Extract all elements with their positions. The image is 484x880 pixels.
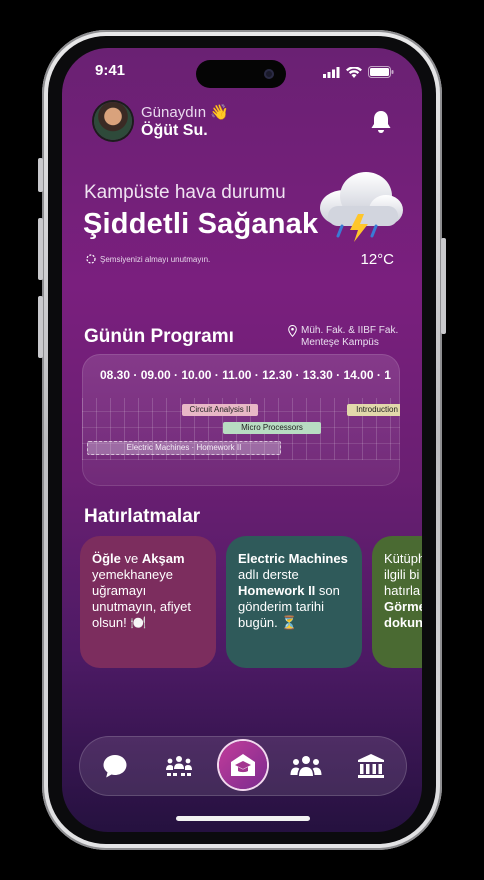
reminder-card[interactable]: Electric Machines adlı derste Homework I… bbox=[226, 536, 362, 668]
location-pin-icon bbox=[288, 325, 297, 337]
battery-icon bbox=[368, 66, 394, 78]
nav-groups[interactable] bbox=[290, 751, 322, 781]
schedule-timeline[interactable]: 08.30 · 09.00 · 10.00 · 11.00 · 12.30 · … bbox=[82, 354, 400, 486]
groups-icon bbox=[290, 756, 322, 776]
camera-icon bbox=[264, 69, 274, 79]
username: Öğüt Su. bbox=[141, 122, 208, 139]
temperature: 12°C bbox=[360, 251, 394, 268]
weather-subtitle: Kampüste hava durumu bbox=[84, 182, 286, 203]
reminder-text: ve bbox=[120, 551, 142, 566]
reminder-emph: Öğle bbox=[92, 551, 121, 566]
community-icon bbox=[166, 756, 192, 776]
course-block[interactable]: Micro Processors bbox=[223, 422, 321, 434]
mute-switch bbox=[38, 158, 43, 192]
timeline-hours: 08.30 · 09.00 · 10.00 · 11.00 · 12.30 · … bbox=[100, 368, 391, 382]
reminder-text: yemekhaneye uğramayı unutmayın, afiyet o… bbox=[92, 567, 191, 630]
course-block[interactable]: Introduction bbox=[347, 404, 400, 416]
home-indicator[interactable] bbox=[176, 816, 310, 821]
course-block[interactable]: Circuit Analysis II bbox=[182, 404, 258, 416]
dynamic-island bbox=[196, 60, 286, 88]
avatar[interactable] bbox=[94, 102, 132, 140]
home-icon bbox=[231, 754, 255, 776]
reminder-text: adlı derste bbox=[238, 567, 299, 582]
chat-icon bbox=[103, 755, 127, 778]
reminder-card[interactable]: Öğle ve Akşam yemekhaneye uğramayı unutm… bbox=[80, 536, 216, 668]
homework-block[interactable]: Electric Machines · Homework II bbox=[87, 441, 281, 455]
location-line2: Menteşe Kampüs bbox=[301, 337, 379, 348]
storm-cloud-icon bbox=[320, 172, 403, 242]
umbrella-reminder: Şemsiyenizi almayı unutmayın. bbox=[86, 254, 210, 264]
reminders-title: Hatırlatmalar bbox=[84, 506, 201, 527]
reminder-emph: Görme bbox=[384, 599, 422, 614]
power-button bbox=[441, 238, 446, 334]
reminder-text: hatırla bbox=[384, 583, 421, 598]
loading-icon bbox=[86, 254, 96, 264]
greeting-text: Günaydın 👋 bbox=[141, 104, 229, 121]
wifi-icon bbox=[346, 66, 362, 78]
campus-location: Müh. Fak. & IIBF Fak. Menteşe Kampüs bbox=[288, 325, 398, 349]
program-title: Günün Programı bbox=[84, 326, 234, 347]
reminder-emph: dokun bbox=[384, 615, 422, 630]
reminder-emph: Homework II bbox=[238, 583, 316, 598]
status-icons bbox=[323, 66, 394, 78]
volume-up-button bbox=[38, 218, 43, 280]
signal-icon bbox=[323, 66, 340, 78]
reminder-text: Kütüph bbox=[384, 551, 422, 566]
university-icon bbox=[358, 754, 384, 778]
reminder-emph: Electric Machines bbox=[238, 551, 348, 566]
reminder-card[interactable]: Kütüph ilgili bi hatırla Görme dokun bbox=[372, 536, 422, 668]
volume-down-button bbox=[38, 296, 43, 358]
bell-icon[interactable] bbox=[370, 110, 392, 134]
app-screen: 9:41 Günaydın 👋 Öğüt Su. Kampüste hava d… bbox=[62, 48, 422, 832]
reminder-emph: Akşam bbox=[141, 551, 185, 566]
nav-community[interactable] bbox=[163, 751, 195, 781]
nav-chat[interactable] bbox=[99, 751, 131, 781]
status-time: 9:41 bbox=[95, 62, 126, 79]
location-line1: Müh. Fak. & IIBF Fak. bbox=[301, 325, 399, 336]
bottom-nav bbox=[79, 736, 407, 796]
reminder-text: ilgili bi bbox=[384, 567, 420, 582]
nav-university[interactable] bbox=[355, 751, 387, 781]
umbrella-reminder-text: Şemsiyenizi almayı unutmayın. bbox=[100, 254, 211, 264]
nav-home[interactable] bbox=[219, 741, 267, 789]
weather-condition: Şiddetli Sağanak bbox=[83, 208, 319, 240]
